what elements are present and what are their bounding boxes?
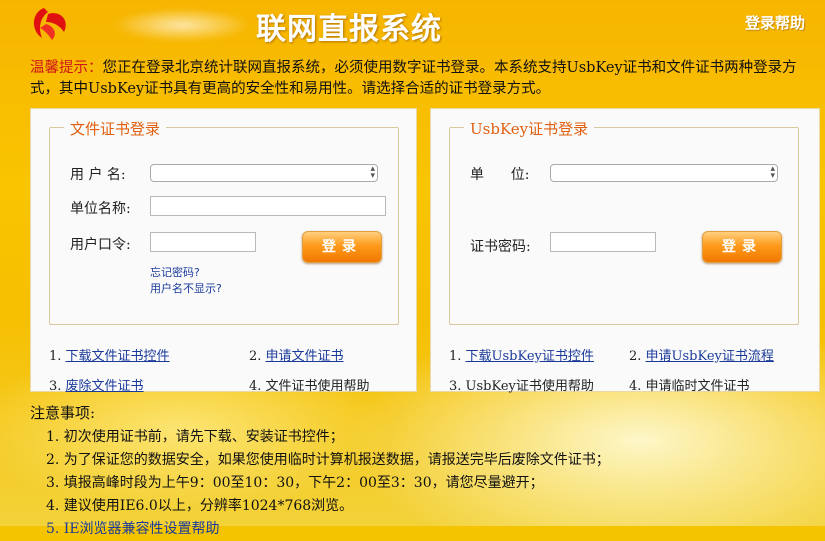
notes-title: 注意事项:: [30, 404, 96, 422]
file-link-item-1: 1. 下载文件证书控件: [49, 345, 170, 364]
select-arrows-icon: ▴ ▾: [770, 164, 775, 181]
unit-select[interactable]: ▴ ▾: [550, 164, 778, 182]
item-number: 3.: [49, 379, 62, 394]
revoke-file-cert-link[interactable]: 废除文件证书: [66, 379, 144, 394]
unit-name-input[interactable]: [150, 196, 386, 216]
username-label: 用 户 名:: [70, 167, 126, 183]
username-select[interactable]: ▴ ▾: [150, 164, 378, 182]
item-number: 2.: [249, 349, 262, 364]
file-login-button[interactable]: 登录: [302, 231, 382, 263]
apply-temp-file-cert-link[interactable]: 申请临时文件证书: [646, 379, 750, 394]
usbkey-login-button[interactable]: 登录: [702, 231, 782, 263]
usbkey-link-item-2: 2. 申请UsbKey证书流程: [629, 345, 774, 364]
file-cert-legend: 文件证书登录: [64, 118, 167, 139]
item-number: 4.: [249, 379, 262, 394]
apply-usbkey-process-link[interactable]: 申请UsbKey证书流程: [646, 349, 774, 364]
file-link-item-2: 2. 申请文件证书: [249, 345, 344, 364]
unit-label: 单 位:: [470, 167, 530, 183]
file-cert-help-link[interactable]: 文件证书使用帮助: [266, 379, 370, 394]
usbkey-link-item-3: 3. UsbKey证书使用帮助: [449, 375, 594, 394]
item-number: 1.: [49, 349, 62, 364]
unit-name-label: 单位名称:: [70, 201, 131, 217]
item-number: 4.: [629, 379, 642, 394]
password-input[interactable]: [150, 232, 256, 252]
file-link-item-3: 3. 废除文件证书: [49, 375, 144, 394]
file-cert-fieldset: 文件证书登录 用 户 名: ▴ ▾ 单位名称: 用户口令: 登录 忘记密码? 用户…: [49, 118, 399, 325]
item-number: 1.: [449, 349, 462, 364]
cert-password-label: 证书密码:: [470, 239, 531, 255]
usbkey-fieldset: UsbKey证书登录 单 位: ▴ ▾ 证书密码: 登录: [449, 118, 799, 325]
tip-label: 温馨提示：: [30, 60, 103, 76]
apply-file-cert-link[interactable]: 申请文件证书: [266, 349, 344, 364]
usbkey-legend: UsbKey证书登录: [464, 118, 595, 139]
item-number: 3.: [449, 379, 462, 394]
header: 联网直报系统 登录帮助: [0, 0, 825, 50]
login-help-link[interactable]: 登录帮助: [745, 12, 805, 33]
logo-icon: [33, 8, 66, 40]
warm-tip: 温馨提示：您正在登录北京统计联网直报系统，必须使用数字证书登录。本系统支持Usb…: [30, 58, 820, 100]
forgot-password-link[interactable]: 忘记密码?: [150, 264, 200, 280]
usbkey-cert-panel: UsbKey证书登录 单 位: ▴ ▾ 证书密码: 登录 1. 下载UsbKey证…: [430, 108, 820, 394]
usbkey-link-item-1: 1. 下载UsbKey证书控件: [449, 345, 594, 364]
tip-text: 您正在登录北京统计联网直报系统，必须使用数字证书登录。本系统支持UsbKey证书…: [30, 60, 797, 97]
note-item: 4. 建议使用IE6.0以上，分辨率1024*768浏览。: [46, 498, 354, 514]
page-title: 联网直报系统: [256, 12, 442, 47]
download-file-cert-control-link[interactable]: 下载文件证书控件: [66, 349, 170, 364]
note-item: 1. 初次使用证书前，请先下载、安装证书控件；: [46, 429, 344, 445]
username-hidden-link[interactable]: 用户名不显示?: [150, 280, 222, 296]
note-item: 2. 为了保证您的数据安全，如果您使用临时计算机报送数据，请报送完毕后废除文件证…: [46, 452, 610, 468]
password-label: 用户口令:: [70, 237, 131, 253]
file-cert-panel: 文件证书登录 用 户 名: ▴ ▾ 单位名称: 用户口令: 登录 忘记密码? 用户…: [30, 108, 417, 394]
usbkey-help-link[interactable]: UsbKey证书使用帮助: [466, 379, 594, 394]
file-link-item-4: 4. 文件证书使用帮助: [249, 375, 370, 394]
download-usbkey-control-link[interactable]: 下载UsbKey证书控件: [466, 349, 594, 364]
notes-list: 1. 初次使用证书前，请先下载、安装证书控件； 2. 为了保证您的数据安全，如果…: [46, 426, 610, 541]
title-prefix-blur: [112, 8, 252, 42]
usbkey-link-item-4: 4. 申请临时文件证书: [629, 375, 750, 394]
ie-compat-help-link[interactable]: 5. IE浏览器兼容性设置帮助: [46, 518, 610, 541]
item-number: 2.: [629, 349, 642, 364]
select-arrows-icon: ▴ ▾: [370, 164, 375, 181]
cert-password-input[interactable]: [550, 232, 656, 252]
note-item: 3. 填报高峰时段为上午9：00至10：30，下午2：00至3：30，请您尽量避…: [46, 475, 544, 491]
